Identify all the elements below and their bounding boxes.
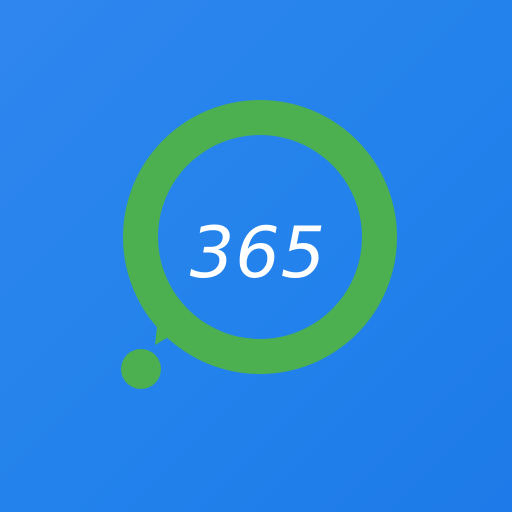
chat-tail-dot [121,349,161,389]
app-icon-label: 365 [189,212,327,294]
